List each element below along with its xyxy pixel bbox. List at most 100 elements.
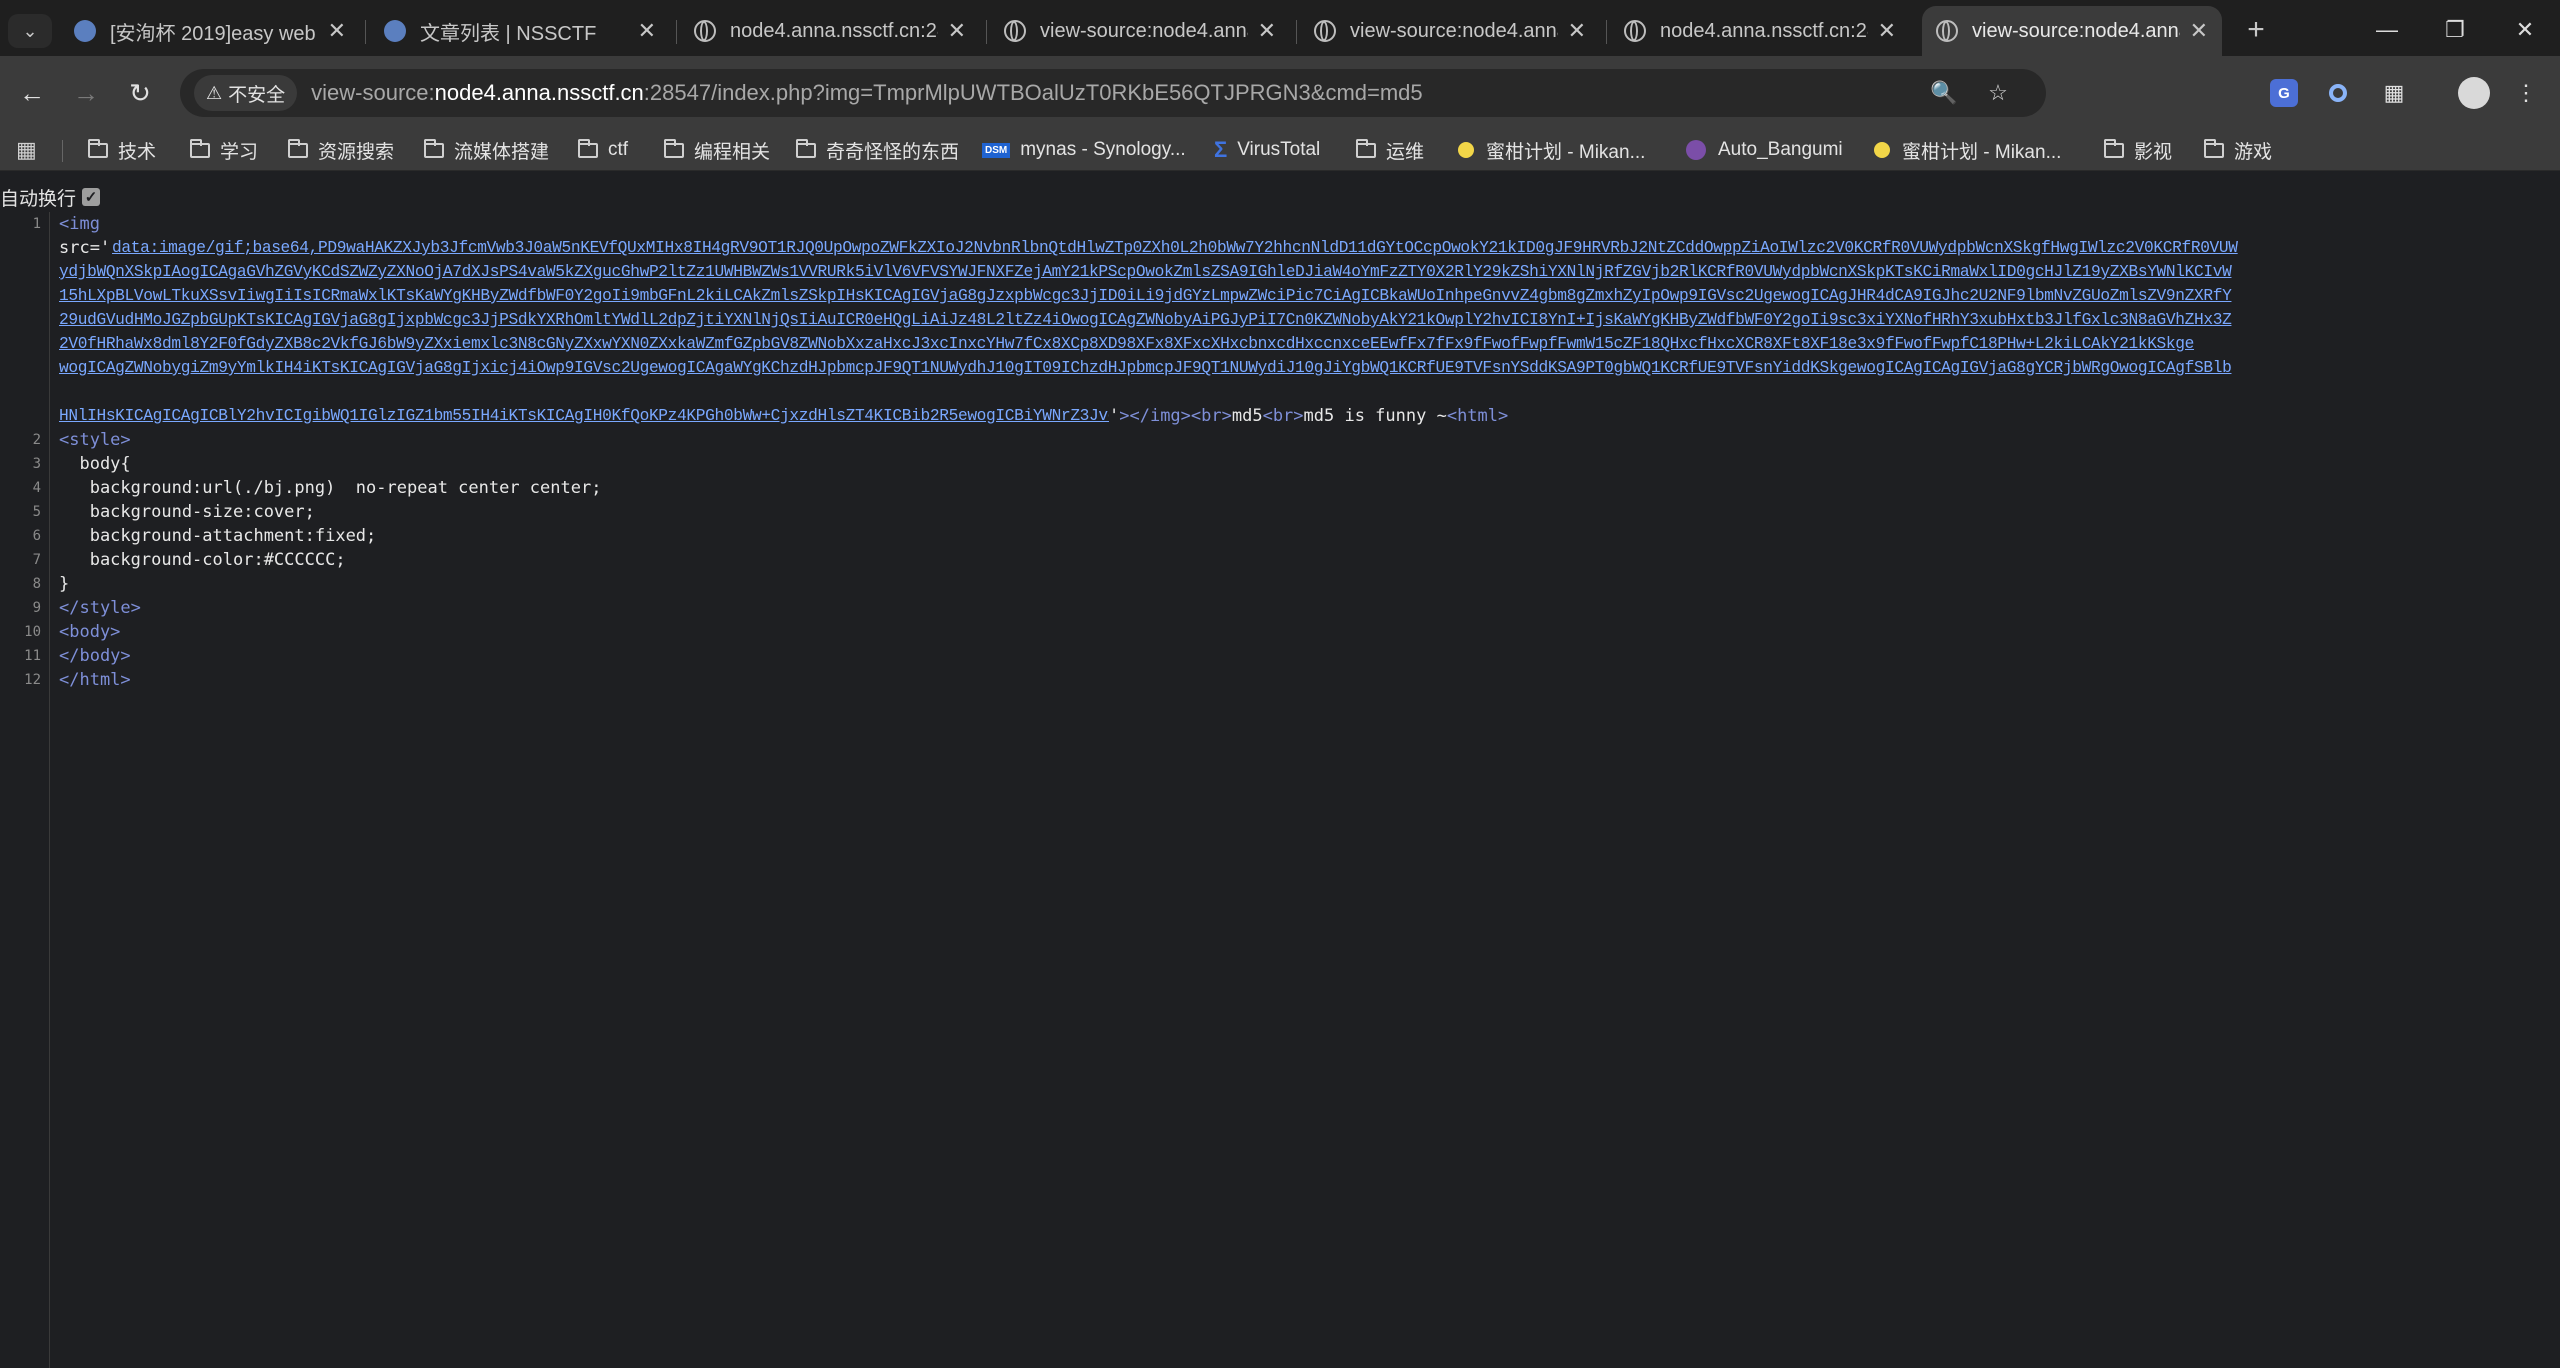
- tab-separator: [365, 20, 366, 44]
- url-prefix: view-source:: [311, 80, 435, 105]
- code-line: <body>: [59, 620, 120, 644]
- bookmark-item[interactable]: Auto_Bangumi: [1686, 134, 1843, 166]
- bookmark-label: 流媒体搭建: [454, 141, 550, 163]
- url-rest: :28547/index.php?img=TmprMlpUWTBOalUzT0R…: [643, 80, 1423, 105]
- close-icon[interactable]: ✕: [1568, 18, 1586, 44]
- bangumi-icon: [1686, 140, 1706, 160]
- bookmark-item[interactable]: 编程相关: [664, 134, 770, 166]
- bookmark-item[interactable]: 蜜柑计划 - Mikan...: [1874, 134, 2061, 166]
- bookmark-item[interactable]: Σ VirusTotal: [1214, 134, 1320, 166]
- base64-link[interactable]: 2V0fHRhaWx8dml8Y2F0fGdyZXB8c2VkfGJ6bW9yZ…: [59, 332, 2549, 356]
- output-text: md5 is funny ~: [1303, 406, 1447, 426]
- bookmark-label: mynas - Synology...: [1020, 139, 1186, 160]
- tab-search-button[interactable]: ⌄: [8, 14, 52, 48]
- base64-link[interactable]: data:image/gif;base64,PD9waHAKZXJyb3Jfcm…: [112, 236, 2549, 260]
- folder-icon: [190, 138, 210, 158]
- arrow-left-icon: ←: [19, 77, 45, 108]
- bookmark-item[interactable]: ctf: [578, 134, 628, 166]
- virustotal-icon: Σ: [1214, 137, 1228, 162]
- minimize-icon: —: [2376, 17, 2398, 42]
- bookmark-label: 运维: [1386, 141, 1425, 163]
- src-attribute: src=': [59, 238, 111, 258]
- code-line: background-color:#CCCCCC;: [59, 548, 346, 572]
- br-tag: <br>: [1262, 406, 1304, 426]
- base64-link[interactable]: 15hLXpBLVowLTkuXSsvIiwgIiIsICRmaWxlKTsKa…: [59, 284, 2549, 308]
- new-tab-button[interactable]: +: [2236, 10, 2276, 50]
- close-icon[interactable]: ✕: [638, 18, 656, 44]
- tab[interactable]: [安洵杯 2019]easy web | ✕: [60, 6, 360, 56]
- translate-icon[interactable]: G: [2270, 79, 2298, 107]
- code-text: <style>: [59, 430, 131, 450]
- bookmark-item[interactable]: 影视: [2104, 134, 2172, 166]
- security-label: 不安全: [228, 84, 286, 106]
- code-line: background:url(./bj.png) no-repeat cente…: [59, 476, 602, 500]
- bookmark-item[interactable]: 资源搜索: [288, 134, 394, 166]
- line-number: 9: [32, 600, 41, 616]
- reload-button[interactable]: ↻: [120, 73, 160, 113]
- bookmark-item[interactable]: 奇奇怪怪的东西: [796, 134, 959, 166]
- close-icon[interactable]: ✕: [948, 18, 966, 44]
- url-text[interactable]: view-source:node4.anna.nssctf.cn:28547/i…: [311, 80, 1423, 106]
- divider: [62, 140, 63, 162]
- avatar[interactable]: [2458, 77, 2490, 109]
- forward-button[interactable]: →: [66, 73, 106, 113]
- code-line: src=': [59, 236, 110, 260]
- tab[interactable]: view-source:node4.anna. ✕: [1300, 6, 1600, 56]
- close-icon[interactable]: ✕: [328, 18, 346, 44]
- bookmark-item[interactable]: 蜜柑计划 - Mikan...: [1458, 134, 1645, 166]
- minimize-button[interactable]: —: [2352, 6, 2422, 54]
- zoom-icon[interactable]: 🔍: [1926, 75, 1962, 111]
- apps-grid-icon[interactable]: ▦: [16, 134, 37, 166]
- code-text: background-attachment:fixed;: [59, 526, 377, 546]
- line-wrap-toggle[interactable]: 自动换行 ✓: [0, 182, 101, 212]
- line-wrap-label: 自动换行: [0, 188, 77, 210]
- warning-icon: ⚠: [206, 82, 223, 103]
- globe-icon: [1936, 20, 1958, 42]
- star-icon[interactable]: ☆: [1980, 75, 2016, 111]
- tab[interactable]: node4.anna.nssctf.cn:28 ✕: [1610, 6, 1910, 56]
- url-host: node4.anna.nssctf.cn: [434, 80, 644, 105]
- code-text: <body>: [59, 622, 121, 642]
- close-icon[interactable]: ✕: [2190, 18, 2208, 44]
- bookmark-item[interactable]: 流媒体搭建: [424, 134, 549, 166]
- close-icon[interactable]: ✕: [1878, 18, 1896, 44]
- extension-circle-icon[interactable]: [2329, 84, 2347, 102]
- bookmark-item[interactable]: 技术: [88, 134, 156, 166]
- close-window-button[interactable]: ✕: [2490, 6, 2560, 54]
- bookmark-item[interactable]: 学习: [190, 134, 258, 166]
- bookmark-item[interactable]: 运维: [1356, 134, 1424, 166]
- dsm-icon: DSM: [982, 142, 1011, 158]
- bookmark-item[interactable]: 游戏: [2204, 134, 2272, 166]
- restore-icon: ❐: [2445, 17, 2465, 42]
- puzzle-icon[interactable]: ▦: [2374, 73, 2414, 113]
- checkbox-checked-icon[interactable]: ✓: [82, 188, 101, 206]
- code-text: </style>: [59, 598, 141, 618]
- bookmark-label: Auto_Bangumi: [1718, 139, 1843, 160]
- code-line: }: [59, 572, 69, 596]
- bookmark-item[interactable]: DSM mynas - Synology...: [982, 134, 1186, 166]
- close-icon[interactable]: ✕: [1258, 18, 1276, 44]
- tab[interactable]: node4.anna.nssctf.cn:28 ✕: [680, 6, 980, 56]
- tab[interactable]: view-source:node4.anna. ✕: [990, 6, 1290, 56]
- more-menu-icon[interactable]: ⋮: [2506, 73, 2546, 113]
- bookmark-label: 影视: [2134, 141, 2173, 163]
- address-bar[interactable]: ⚠ 不安全 view-source:node4.anna.nssctf.cn:2…: [180, 69, 2046, 117]
- bookmark-label: 游戏: [2234, 141, 2273, 163]
- base64-link[interactable]: wogICAgZWNobygiZm9yYmlkIH4iKTsKICAgIGVja…: [59, 356, 2549, 380]
- code-text: background:url(./bj.png) no-repeat cente…: [59, 478, 602, 498]
- tab-title: view-source:node4.anna.: [1972, 19, 2180, 42]
- tab-active[interactable]: view-source:node4.anna. ✕: [1922, 6, 2222, 56]
- plus-icon: +: [2247, 13, 2265, 46]
- bookmark-label: 蜜柑计划 - Mikan...: [1486, 141, 1646, 163]
- base64-link[interactable]: HNlIHsKICAgICAgICBlY2hvICIgibWQ1IGlzIGZ1…: [59, 404, 1109, 428]
- base64-link[interactable]: 29udGVudHMoJGZpbGUpKTsKICAgIGVjaG8gIjxpb…: [59, 308, 2549, 332]
- back-button[interactable]: ←: [12, 73, 52, 113]
- tab[interactable]: 文章列表 | NSSCTF ✕: [370, 6, 670, 56]
- bookmark-label: VirusTotal: [1237, 139, 1321, 160]
- restore-button[interactable]: ❐: [2420, 6, 2490, 54]
- code-line: </html>: [59, 668, 131, 692]
- output-text: md5: [1231, 406, 1263, 426]
- security-chip[interactable]: ⚠ 不安全: [194, 75, 298, 111]
- line-number: 4: [32, 480, 41, 496]
- base64-link[interactable]: ydjbWQnXSkpIAogICAgaGVhZGVyKCdSZWZyZXNoO…: [59, 260, 2549, 284]
